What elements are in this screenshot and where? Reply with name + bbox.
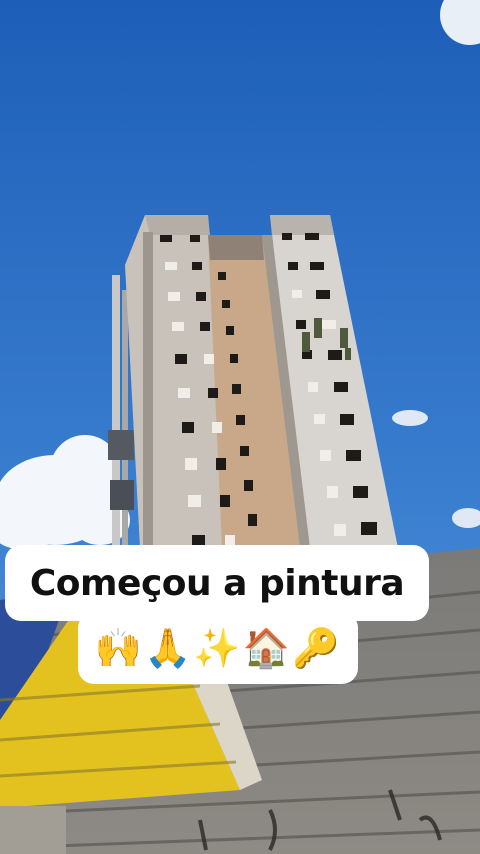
photo-scene: [0, 0, 480, 854]
caption-line-1: Começou a pintura: [5, 545, 429, 621]
caption-emoji-line: 🙌🙏✨🏠🔑: [78, 612, 358, 684]
